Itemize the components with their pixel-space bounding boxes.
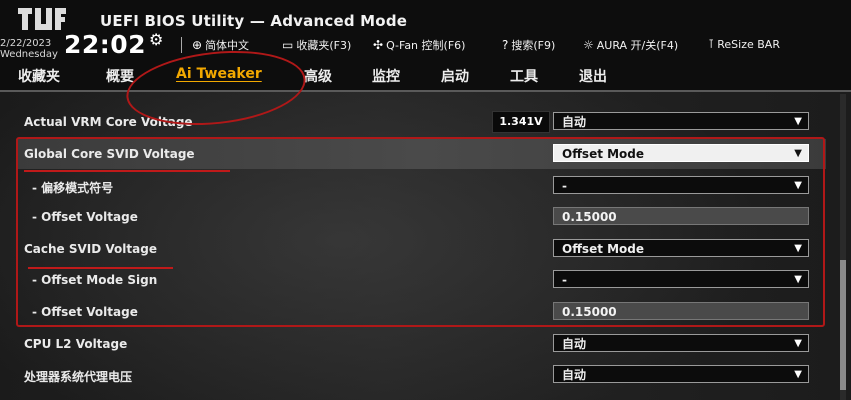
aura-label: AURA 开/关(F4): [596, 39, 679, 52]
header-bar: UEFI BIOS Utility — Advanced Mode 2/22/2…: [0, 0, 851, 62]
main-tabs: 收藏夹 概要 Ai Tweaker 高级 监控 启动 工具 退出: [0, 62, 851, 90]
divider: [181, 37, 182, 53]
weekday-text: Wednesday: [0, 49, 58, 60]
dropdown-value: 自动: [562, 337, 587, 351]
date-text: 2/22/2023: [0, 38, 52, 49]
voltage-readout: 1.341V: [492, 111, 550, 133]
setting-row: CPU L2 Voltage 自动 ▼: [16, 329, 826, 359]
tab-monitor[interactable]: 监控: [372, 66, 400, 86]
aura-icon: ☼: [583, 38, 594, 52]
resize-bar-button[interactable]: ⊺ ReSize BAR: [708, 37, 780, 51]
setting-row: 处理器系统代理电压 自动 ▼: [16, 360, 826, 390]
setting-dropdown[interactable]: 自动 ▼: [553, 334, 809, 352]
tab-exit[interactable]: 退出: [579, 66, 607, 86]
setting-dropdown[interactable]: 自动 ▼: [553, 365, 809, 383]
gear-icon[interactable]: ⚙: [149, 30, 163, 49]
favorites-label: 收藏夹(F3): [296, 39, 352, 52]
favorites-icon: ▭: [282, 38, 294, 52]
qfan-button[interactable]: ✣ Q-Fan 控制(F6): [373, 37, 465, 53]
clock: 22:02: [64, 30, 147, 59]
setting-dropdown[interactable]: 自动 ▼: [553, 112, 809, 130]
tab-tool[interactable]: 工具: [510, 66, 538, 86]
dropdown-value: 自动: [562, 368, 587, 382]
search-button[interactable]: ? 搜索(F9): [502, 37, 555, 53]
resize-bar-icon: ⊺: [708, 37, 715, 51]
annotation-underline: [24, 170, 230, 172]
dropdown-value: 自动: [562, 115, 587, 129]
tab-advanced[interactable]: 高级: [304, 66, 332, 86]
globe-icon: ⊕: [192, 38, 203, 52]
annotation-underline: [28, 267, 173, 269]
setting-label: CPU L2 Voltage: [24, 337, 128, 351]
help-icon: ?: [502, 38, 509, 52]
fan-icon: ✣: [373, 38, 384, 52]
tab-overview[interactable]: 概要: [106, 66, 134, 86]
qfan-label: Q-Fan 控制(F6): [386, 39, 466, 52]
resize-bar-label: ReSize BAR: [717, 37, 780, 51]
favorites-button[interactable]: ▭ 收藏夹(F3): [282, 37, 351, 53]
tab-boot[interactable]: 启动: [441, 66, 469, 86]
chevron-down-icon: ▼: [794, 369, 802, 380]
search-label: 搜索(F9): [511, 39, 556, 52]
tuf-logo-icon: [18, 8, 66, 30]
app-title: UEFI BIOS Utility — Advanced Mode: [100, 12, 408, 30]
date-display: 2/22/2023 Wednesday: [0, 38, 58, 60]
annotation-box: [16, 137, 825, 327]
chevron-down-icon: ▼: [794, 338, 802, 349]
tab-favorites[interactable]: 收藏夹: [18, 66, 60, 86]
scrollbar-thumb[interactable]: [840, 260, 846, 390]
chevron-down-icon: ▼: [794, 116, 802, 127]
setting-label: 处理器系统代理电压: [24, 370, 133, 384]
aura-button[interactable]: ☼ AURA 开/关(F4): [583, 37, 678, 53]
